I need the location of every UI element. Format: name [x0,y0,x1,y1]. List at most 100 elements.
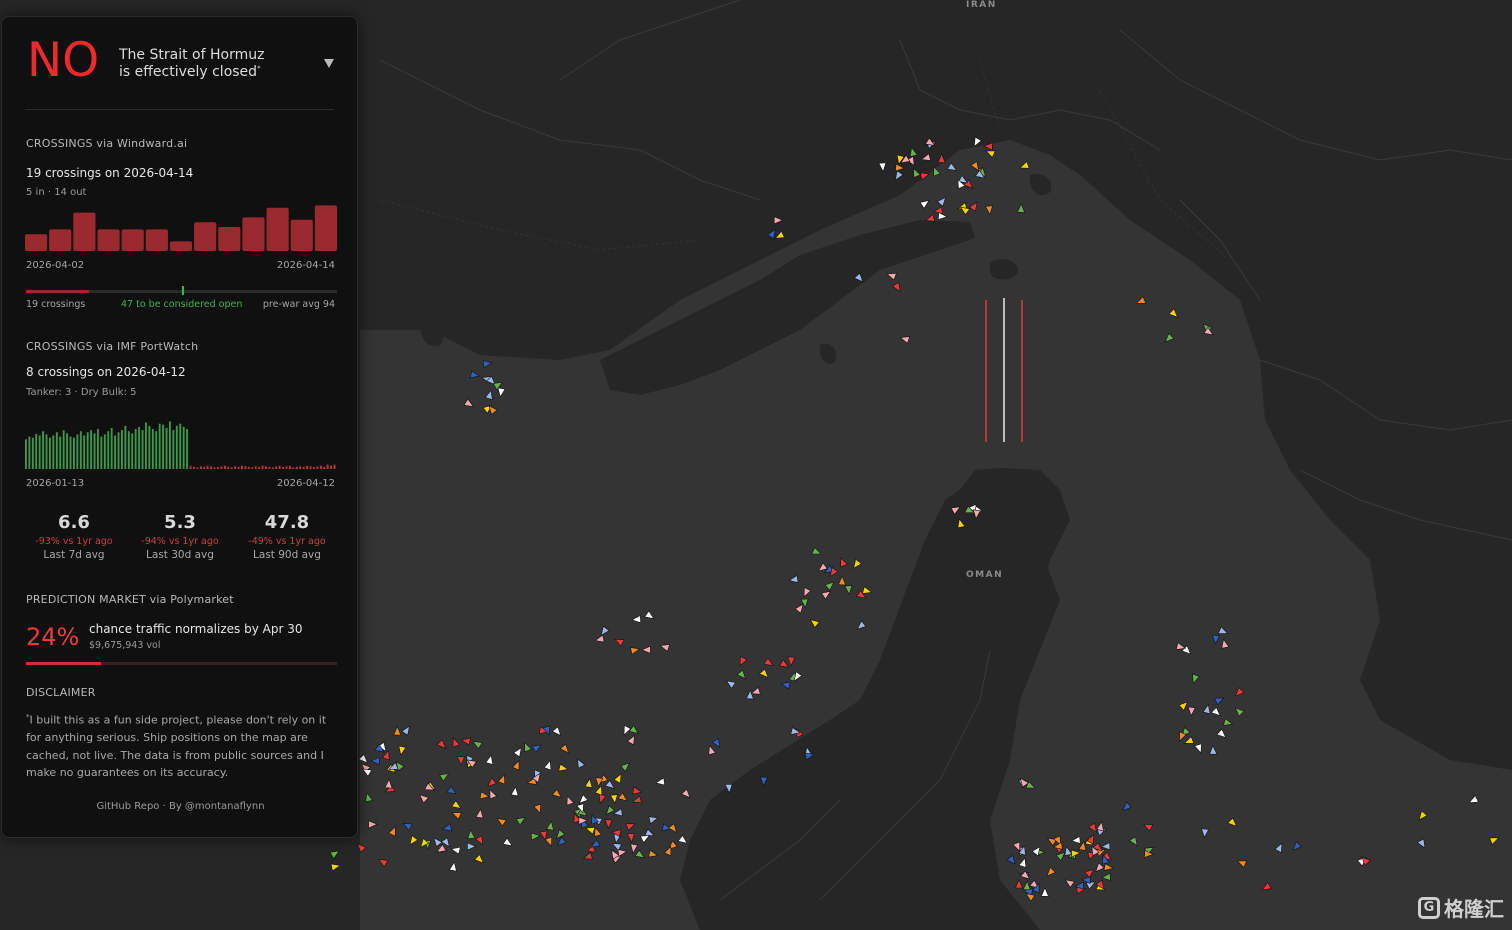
portwatch-bar[interactable] [158,423,161,469]
portwatch-bar[interactable] [227,466,230,469]
portwatch-bar[interactable] [302,466,305,469]
portwatch-bar[interactable] [165,427,168,469]
portwatch-bar[interactable] [86,432,89,469]
portwatch-bar[interactable] [330,465,333,469]
portwatch-bar[interactable] [155,431,158,469]
portwatch-bar[interactable] [278,465,281,469]
portwatch-bar[interactable] [313,466,315,469]
windward-bar[interactable] [25,234,48,251]
portwatch-bar[interactable] [316,466,319,469]
portwatch-bar[interactable] [31,437,34,469]
portwatch-bar[interactable] [261,465,264,469]
portwatch-bar[interactable] [148,425,151,469]
portwatch-bar[interactable] [162,424,165,469]
portwatch-bar[interactable] [182,426,185,469]
portwatch-bar[interactable] [299,466,302,469]
portwatch-bar[interactable] [292,467,295,469]
portwatch-bar[interactable] [42,431,45,469]
portwatch-bar[interactable] [117,432,120,469]
portwatch-bar[interactable] [169,421,171,469]
portwatch-bar[interactable] [52,435,55,469]
panel-header[interactable]: NO The Strait of Hormuz is effectively c… [25,17,334,110]
portwatch-bar[interactable] [97,429,99,469]
portwatch-bar[interactable] [73,437,75,469]
portwatch-bar-chart[interactable] [25,415,337,469]
portwatch-bar[interactable] [38,435,41,469]
portwatch-bar[interactable] [210,466,213,469]
portwatch-bar[interactable] [295,466,298,469]
portwatch-bar[interactable] [138,426,141,469]
portwatch-bar[interactable] [110,427,113,469]
windward-bar[interactable] [121,229,144,251]
windward-bar[interactable] [314,205,337,251]
portwatch-bar[interactable] [103,434,106,469]
portwatch-bar[interactable] [151,429,154,469]
portwatch-bar[interactable] [59,436,62,469]
portwatch-bar[interactable] [220,466,223,469]
portwatch-bar[interactable] [268,466,271,469]
portwatch-bar[interactable] [237,466,240,469]
portwatch-bar[interactable] [83,435,86,469]
portwatch-bar[interactable] [62,430,65,469]
portwatch-bar[interactable] [309,466,312,469]
windward-bar-chart[interactable] [25,203,337,251]
windward-bar[interactable] [145,229,168,251]
portwatch-bar[interactable] [282,466,285,469]
portwatch-bar[interactable] [230,467,233,469]
portwatch-bar[interactable] [76,434,79,469]
windward-bar[interactable] [266,207,289,251]
portwatch-bar[interactable] [326,464,329,469]
portwatch-bar[interactable] [319,465,322,469]
chevron-down-icon[interactable] [324,59,334,68]
portwatch-bar[interactable] [186,429,189,469]
portwatch-bar[interactable] [35,433,38,469]
portwatch-bar[interactable] [234,466,237,469]
portwatch-bar[interactable] [55,432,58,469]
portwatch-bar[interactable] [69,436,72,469]
portwatch-bar[interactable] [265,466,267,469]
portwatch-bar[interactable] [189,465,192,469]
windward-bar[interactable] [73,212,96,251]
portwatch-bar[interactable] [45,434,48,469]
portwatch-bar[interactable] [79,431,82,469]
portwatch-bar[interactable] [28,436,31,469]
portwatch-bar[interactable] [251,467,254,469]
portwatch-bar[interactable] [93,433,96,469]
portwatch-bar[interactable] [127,431,130,469]
portwatch-bar[interactable] [172,430,175,469]
portwatch-bar[interactable] [134,429,137,469]
portwatch-bar[interactable] [131,433,134,469]
portwatch-bar[interactable] [196,467,199,469]
author-link[interactable]: By @montanaflynn [169,801,265,812]
portwatch-bar[interactable] [289,465,291,469]
portwatch-bar[interactable] [241,465,243,469]
portwatch-bar[interactable] [306,465,309,469]
portwatch-bar[interactable] [100,436,103,469]
portwatch-bar[interactable] [179,423,182,469]
portwatch-bar[interactable] [141,430,144,469]
portwatch-bar[interactable] [25,439,27,469]
portwatch-bar[interactable] [285,466,288,469]
windward-bar[interactable] [218,227,241,251]
portwatch-bar[interactable] [323,466,326,469]
portwatch-bar[interactable] [124,425,127,469]
portwatch-bar[interactable] [254,466,257,469]
github-repo-link[interactable]: GitHub Repo [96,801,159,812]
portwatch-bar[interactable] [66,433,69,469]
portwatch-bar[interactable] [107,431,110,469]
portwatch-bar[interactable] [206,465,209,469]
portwatch-bar[interactable] [199,466,202,469]
portwatch-bar[interactable] [114,435,117,469]
windward-bar[interactable] [169,241,193,251]
windward-bar[interactable] [242,217,265,251]
portwatch-bar[interactable] [203,466,206,469]
portwatch-bar[interactable] [247,466,250,469]
portwatch-bar[interactable] [90,430,93,469]
portwatch-bar[interactable] [193,466,195,469]
portwatch-bar[interactable] [121,430,123,469]
prediction-text[interactable]: chance traffic normalizes by Apr 30 [89,622,302,636]
windward-bar[interactable] [49,229,72,251]
portwatch-bar[interactable] [217,466,219,469]
portwatch-bar[interactable] [275,466,278,469]
portwatch-bar[interactable] [175,425,178,469]
